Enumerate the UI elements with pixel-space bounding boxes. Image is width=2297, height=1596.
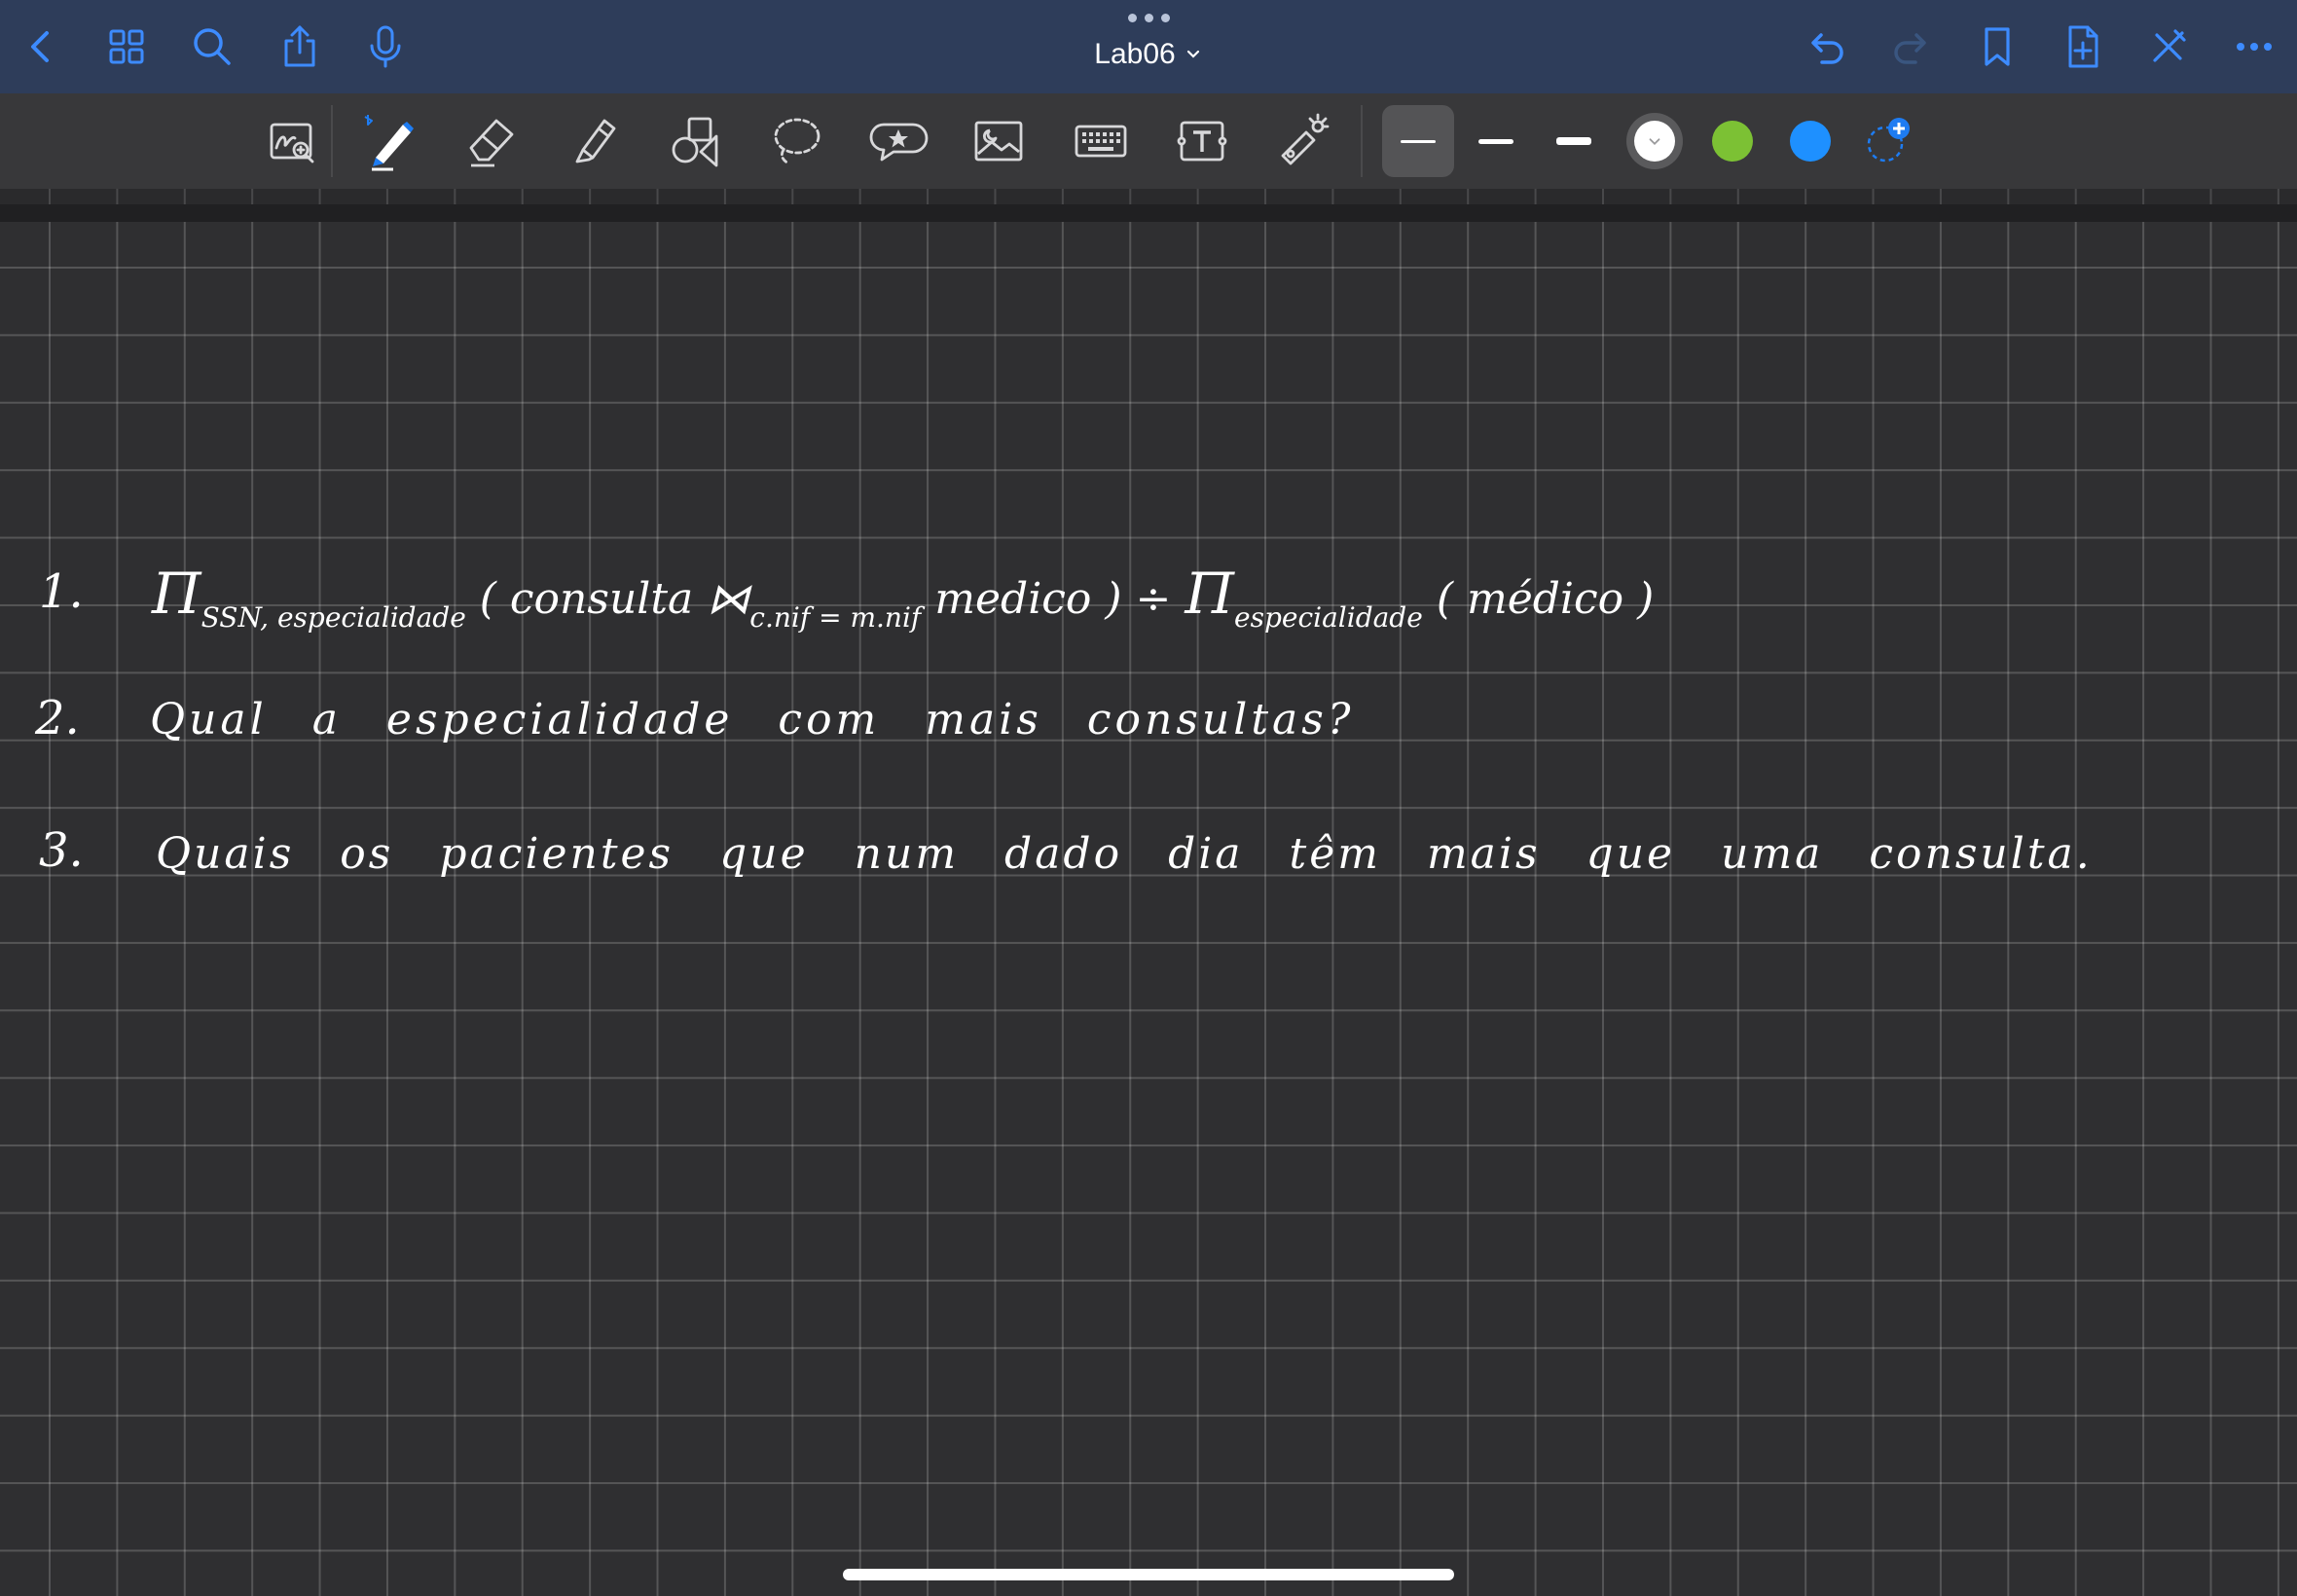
microphone-icon[interactable] (356, 18, 415, 76)
search-icon[interactable] (183, 18, 241, 76)
multitasking-dots-icon[interactable] (1127, 14, 1170, 22)
lasso-icon[interactable] (762, 107, 830, 175)
handwritten-line-3: Quais os pacientes que num dado dia têm … (156, 829, 2093, 879)
undo-icon[interactable] (1797, 18, 1855, 76)
relation-medico: ( médico ) (1436, 574, 1655, 624)
elements-icon[interactable] (864, 107, 932, 175)
item-number-1: 1. (39, 564, 84, 619)
toolbar-divider (1361, 105, 1363, 177)
handwritten-line-1: ΠSSN, especialidade ( consulta ⋈c.nif = … (152, 561, 1655, 634)
item-number-2: 2. (35, 691, 80, 745)
page-top-shadow (0, 204, 2297, 222)
navigation-bar: Lab06 (0, 0, 2297, 93)
more-icon[interactable] (2225, 18, 2283, 76)
highlighter-icon[interactable] (560, 107, 628, 175)
thumbnails-grid-icon[interactable] (97, 18, 156, 76)
stroke-thin-button[interactable] (1382, 105, 1454, 177)
add-page-icon[interactable] (2054, 18, 2112, 76)
image-icon[interactable] (965, 107, 1033, 175)
close-pencil-icon[interactable] (2139, 18, 2198, 76)
shapes-icon[interactable] (662, 107, 730, 175)
join-condition: c.nif = m.nif (749, 601, 922, 634)
relation-consulta-join: ( consulta ⋈ (479, 574, 750, 624)
relation-medico-division: medico ) ÷ (934, 574, 1172, 624)
back-icon[interactable] (12, 18, 70, 76)
eraser-icon[interactable] (457, 107, 526, 175)
laser-pointer-icon[interactable] (1269, 107, 1337, 175)
document-title-menu[interactable]: Lab06 (1051, 0, 1246, 93)
stroke-medium-button[interactable] (1460, 105, 1532, 177)
stroke-thick-button[interactable] (1538, 105, 1610, 177)
projection-symbol: Π (152, 561, 201, 627)
tools-toolbar (0, 93, 2297, 189)
projection-symbol-2: Π (1185, 561, 1235, 627)
handwritten-line-2: Qual a especialidade com mais consultas? (150, 695, 1355, 744)
color-green-button[interactable] (1704, 113, 1761, 169)
chevron-down-icon (1186, 50, 1199, 58)
home-indicator[interactable] (843, 1569, 1454, 1580)
document-title: Lab06 (1094, 38, 1176, 70)
add-color-icon (1867, 118, 1910, 163)
projection-subscript: SSN, especialidade (201, 601, 466, 634)
zoom-window-icon[interactable] (258, 107, 326, 175)
keyboard-icon[interactable] (1067, 107, 1135, 175)
pen-icon[interactable] (356, 107, 424, 175)
note-page-canvas[interactable]: 1. ΠSSN, especialidade ( consulta ⋈c.nif… (0, 222, 2297, 1596)
projection-subscript-2: especialidade (1234, 601, 1423, 634)
redo-icon[interactable] (1882, 18, 1941, 76)
add-color-button[interactable] (1860, 113, 1916, 169)
chevron-down-icon (1649, 138, 1660, 145)
bookmark-icon[interactable] (1968, 18, 2026, 76)
item-number-3: 3. (39, 823, 84, 878)
color-white-button[interactable] (1626, 113, 1683, 169)
share-icon[interactable] (271, 18, 329, 76)
text-box-icon[interactable] (1168, 107, 1236, 175)
color-blue-button[interactable] (1782, 113, 1839, 169)
toolbar-divider (331, 105, 333, 177)
